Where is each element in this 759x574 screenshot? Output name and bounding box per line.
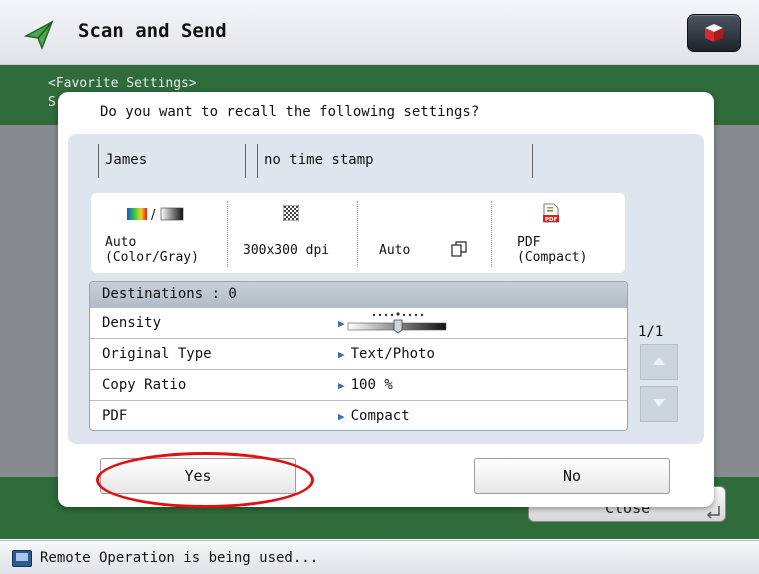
status-bar: Remote Operation is being used... bbox=[0, 540, 759, 574]
dialog-question: Do you want to recall the following sett… bbox=[100, 104, 480, 120]
no-button[interactable]: No bbox=[474, 458, 670, 494]
resolution-icon bbox=[283, 205, 299, 221]
scan-send-icon bbox=[23, 20, 54, 51]
color-gray-icon: / bbox=[127, 207, 184, 221]
counter-check-icon bbox=[705, 24, 723, 42]
density-slider bbox=[347, 312, 447, 334]
row-label: PDF bbox=[102, 408, 128, 424]
triangle-icon: ▶ bbox=[338, 410, 345, 423]
stamp-field: no time stamp bbox=[257, 144, 533, 178]
stamp-value: no time stamp bbox=[264, 152, 374, 168]
name-value: James bbox=[105, 152, 148, 168]
file-format-line1: PDF bbox=[517, 235, 541, 250]
row-value-wrap: ▶ Text/Photo bbox=[338, 346, 435, 362]
counter-check-button[interactable] bbox=[687, 14, 741, 52]
list-item-copy-ratio: Copy Ratio ▶ 100 % bbox=[90, 369, 627, 400]
resolution-setting: 300x300 dpi bbox=[229, 199, 355, 267]
page-indicator: 1/1 bbox=[638, 324, 664, 340]
color-mode-line2: (Color/Gray) bbox=[105, 250, 199, 265]
status-text: Remote Operation is being used... bbox=[40, 550, 319, 566]
scan-size-setting: Auto bbox=[359, 199, 489, 267]
down-arrow-icon bbox=[653, 399, 665, 407]
color-mode-setting: / Auto (Color/Gray) bbox=[91, 199, 223, 267]
list-item-original-type: Original Type ▶ Text/Photo bbox=[90, 338, 627, 369]
divider bbox=[357, 201, 358, 267]
row-value: 100 % bbox=[350, 377, 393, 393]
scroll-up-button[interactable] bbox=[640, 344, 678, 380]
return-icon bbox=[706, 506, 720, 519]
partial-label: S bbox=[48, 95, 56, 110]
row-label: Original Type bbox=[102, 346, 212, 362]
row-value: Compact bbox=[350, 408, 410, 424]
row-label: Density bbox=[102, 315, 162, 331]
name-field: James bbox=[98, 144, 246, 178]
scan-size-value: Auto bbox=[379, 243, 411, 258]
scroll-down-button[interactable] bbox=[640, 386, 678, 422]
row-value-wrap: ▶ Compact bbox=[338, 408, 410, 424]
screen: Scan and Send <Favorite Settings> S Clos… bbox=[0, 0, 759, 574]
list-item-pdf: PDF ▶ Compact bbox=[90, 400, 627, 430]
triangle-icon: ▶ bbox=[338, 348, 345, 361]
up-arrow-icon bbox=[653, 357, 665, 365]
divider bbox=[491, 201, 492, 267]
top-bar: Scan and Send bbox=[0, 0, 759, 65]
row-label: Copy Ratio bbox=[102, 377, 187, 393]
remote-screen-icon bbox=[12, 550, 32, 567]
destinations-header: Destinations : 0 bbox=[90, 282, 627, 307]
recall-settings-dialog: Do you want to recall the following sett… bbox=[58, 92, 714, 507]
list-item-density: Density ▶ bbox=[90, 307, 627, 338]
triangle-icon: ▶ bbox=[338, 317, 345, 330]
file-format-line2: (Compact) bbox=[517, 250, 588, 265]
yes-button[interactable]: Yes bbox=[100, 458, 296, 494]
app-title: Scan and Send bbox=[78, 20, 227, 42]
file-format-setting: PDF PDF (Compact) bbox=[493, 199, 623, 267]
triangle-icon: ▶ bbox=[338, 379, 345, 392]
paper-size-icon bbox=[451, 241, 467, 257]
settings-panel: James no time stamp / Auto (Color/Gray) … bbox=[68, 134, 704, 444]
row-value-wrap: ▶ 100 % bbox=[338, 377, 393, 393]
pdf-icon: PDF bbox=[543, 203, 559, 223]
svg-text:PDF: PDF bbox=[545, 217, 558, 223]
color-mode-line1: Auto bbox=[105, 235, 137, 250]
svg-text:/: / bbox=[151, 208, 156, 221]
settings-summary: / Auto (Color/Gray) 300x300 dpi Auto PDF… bbox=[91, 193, 625, 273]
resolution-value: 300x300 dpi bbox=[243, 243, 330, 258]
row-value: Text/Photo bbox=[350, 346, 435, 362]
settings-list: Destinations : 0 Density ▶ Original Type… bbox=[89, 281, 628, 431]
favorite-settings-label: <Favorite Settings> bbox=[48, 76, 197, 91]
divider bbox=[227, 201, 228, 267]
